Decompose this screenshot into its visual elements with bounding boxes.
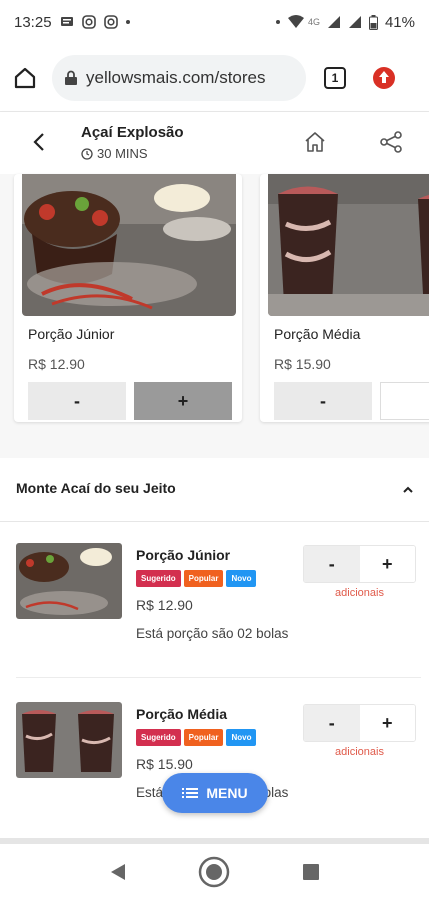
badge-group: Sugerido Popular Novo bbox=[136, 729, 257, 746]
badge-sugerido: Sugerido bbox=[136, 570, 181, 587]
address-bar[interactable]: yellowsmais.com/stores bbox=[52, 54, 306, 101]
product-name: Porção Júnior bbox=[136, 547, 231, 563]
store-header: Açaí Explosão 30 MINS bbox=[0, 112, 429, 174]
network-type: 4G bbox=[307, 17, 320, 27]
delivery-time: 30 MINS bbox=[81, 146, 148, 161]
carousel-product-name: Porção Júnior bbox=[28, 326, 115, 342]
menu-button[interactable]: MENU bbox=[162, 773, 268, 813]
increment-button[interactable]: + bbox=[359, 705, 415, 741]
wifi-icon bbox=[287, 15, 304, 28]
badge-novo: Novo bbox=[226, 729, 257, 746]
nav-recents-button[interactable] bbox=[293, 854, 329, 890]
home-circle-icon bbox=[199, 856, 230, 888]
recents-square-icon bbox=[302, 864, 319, 880]
carousel-product-price: R$ 15.90 bbox=[274, 356, 331, 372]
product-item[interactable]: Porção Júnior Sugerido Popular Novo R$ 1… bbox=[0, 523, 429, 678]
nav-home-button[interactable] bbox=[196, 854, 232, 890]
back-triangle-icon bbox=[111, 864, 126, 880]
product-name: Porção Média bbox=[136, 706, 228, 722]
carousel-minus-button[interactable]: - bbox=[28, 382, 126, 420]
system-navigation-bar bbox=[0, 844, 429, 900]
decrement-button[interactable]: - bbox=[304, 705, 360, 741]
category-header[interactable]: Monte Acaí do seu Jeito bbox=[0, 458, 429, 522]
store-home-icon[interactable] bbox=[302, 129, 328, 155]
status-bar: 13:25 4G 41% bbox=[0, 0, 429, 44]
carousel-product-price: R$ 12.90 bbox=[28, 356, 85, 372]
notification-dot bbox=[125, 20, 130, 24]
store-name: Açaí Explosão bbox=[81, 124, 184, 141]
extras-link[interactable]: adicionais bbox=[303, 587, 416, 599]
carousel-card[interactable]: Porção Júnior R$ 12.90 - + bbox=[14, 174, 242, 422]
browser-toolbar: yellowsmais.com/stores 1 bbox=[0, 44, 429, 112]
instagram-icon bbox=[103, 15, 118, 29]
product-price: R$ 12.90 bbox=[136, 597, 193, 613]
product-thumbnail bbox=[16, 702, 122, 778]
battery-icon bbox=[368, 14, 378, 30]
increment-button[interactable]: + bbox=[359, 546, 415, 582]
tabs-button[interactable]: 1 bbox=[324, 66, 346, 89]
quantity-stepper: - + bbox=[303, 545, 416, 583]
update-button[interactable] bbox=[372, 66, 396, 90]
chevron-up-icon[interactable] bbox=[400, 482, 416, 498]
share-icon[interactable] bbox=[378, 129, 404, 155]
product-image bbox=[268, 174, 429, 316]
carousel-plus-button[interactable]: + bbox=[134, 382, 232, 420]
url-text: yellowsmais.com/stores bbox=[86, 67, 266, 87]
home-icon bbox=[14, 67, 36, 88]
product-image bbox=[22, 174, 236, 316]
signal-icon bbox=[327, 16, 340, 28]
extras-link[interactable]: adicionais bbox=[303, 746, 416, 758]
product-item[interactable]: Porção Média Sugerido Popular Novo R$ 15… bbox=[0, 682, 429, 837]
decrement-button[interactable]: - bbox=[304, 546, 360, 582]
signal-icon bbox=[348, 16, 361, 28]
badge-group: Sugerido Popular Novo bbox=[136, 570, 257, 587]
lock-icon bbox=[65, 70, 77, 85]
browser-home-button[interactable] bbox=[12, 65, 38, 91]
battery-percent: 41% bbox=[384, 13, 415, 31]
status-time: 13:25 bbox=[14, 13, 52, 31]
product-description: Está porção são 02 bolas bbox=[136, 626, 289, 641]
instagram-icon bbox=[81, 15, 96, 29]
badge-popular: Popular bbox=[183, 729, 224, 746]
badge-popular: Popular bbox=[183, 570, 224, 587]
screen: 13:25 4G 41% yellowsmais.com/stores 1 Aç… bbox=[0, 0, 429, 900]
notification-dot bbox=[275, 20, 280, 24]
update-icon bbox=[373, 66, 395, 89]
message-icon bbox=[60, 17, 73, 26]
menu-button-label: MENU bbox=[206, 785, 248, 801]
badge-sugerido: Sugerido bbox=[136, 729, 181, 746]
product-price: R$ 15.90 bbox=[136, 756, 193, 772]
quantity-stepper: - + bbox=[303, 704, 416, 742]
section-gap bbox=[0, 432, 429, 458]
back-arrow-icon[interactable] bbox=[28, 130, 52, 154]
featured-carousel[interactable]: Porção Júnior R$ 12.90 - + Porção Média … bbox=[0, 174, 429, 432]
carousel-product-name: Porção Média bbox=[274, 326, 361, 342]
carousel-plus-button[interactable] bbox=[380, 382, 429, 420]
list-icon bbox=[182, 788, 199, 798]
product-thumbnail bbox=[16, 543, 122, 619]
carousel-minus-button[interactable]: - bbox=[274, 382, 372, 420]
delivery-time-text: 30 MINS bbox=[97, 146, 148, 161]
clock-icon bbox=[81, 147, 93, 160]
nav-back-button[interactable] bbox=[100, 854, 136, 890]
divider bbox=[16, 677, 421, 678]
carousel-card[interactable]: Porção Média R$ 15.90 - bbox=[260, 174, 429, 422]
badge-novo: Novo bbox=[226, 570, 257, 587]
category-title: Monte Acaí do seu Jeito bbox=[16, 480, 176, 496]
